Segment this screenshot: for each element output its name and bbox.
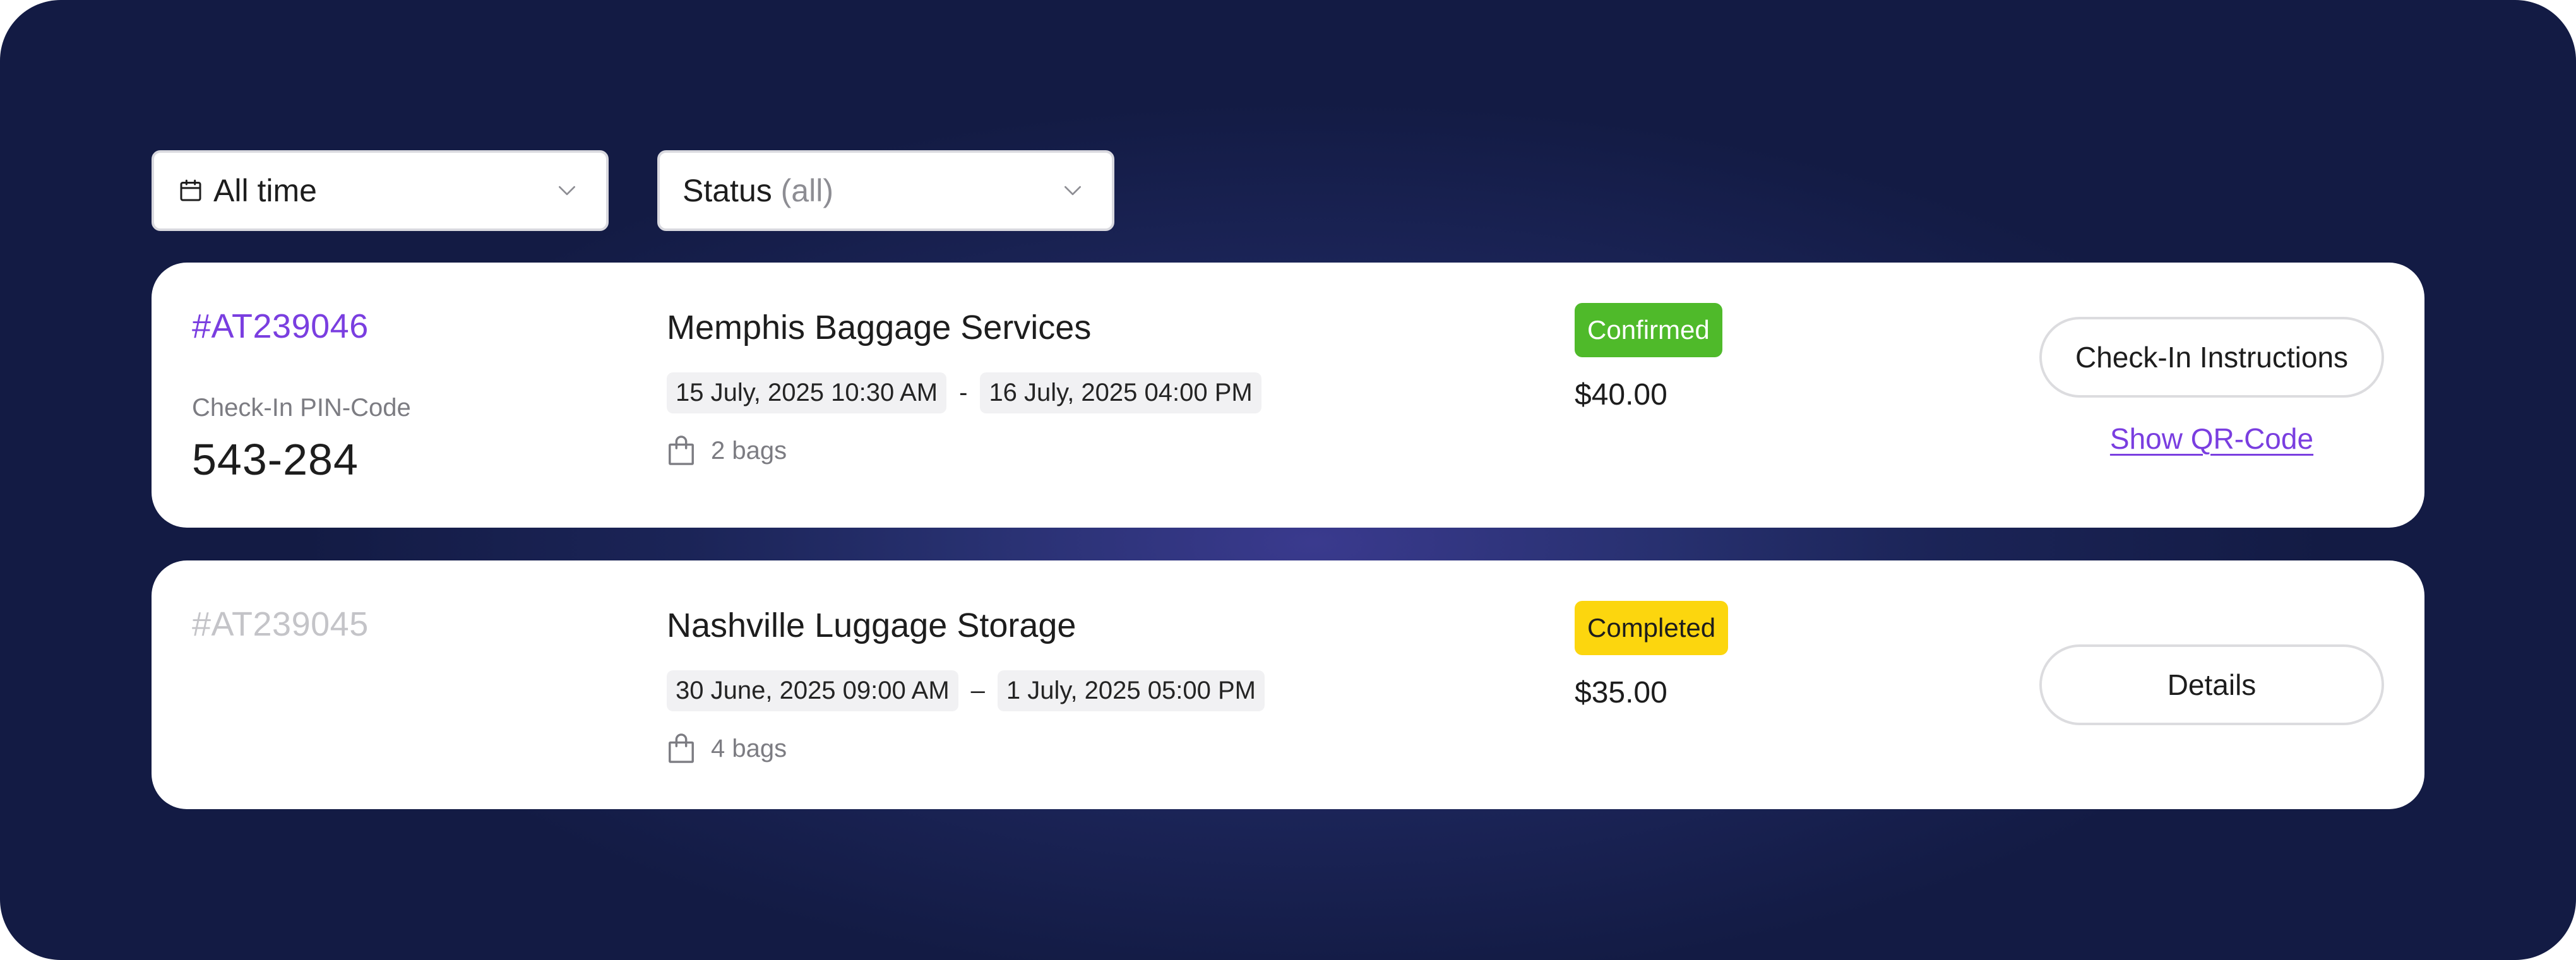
booking-price: $35.00	[1575, 676, 1667, 709]
venue-name: Memphis Baggage Services	[667, 309, 1092, 347]
status-filter-value: (all)	[780, 173, 833, 208]
status-filter-label: Status	[683, 173, 772, 208]
details-button[interactable]: Details	[2039, 644, 2384, 725]
booking-card: #AT239045 Nashville Luggage Storage 30 J…	[152, 560, 2424, 809]
shopping-bag-icon	[667, 732, 696, 765]
pin-code-value: 543-284	[192, 435, 359, 484]
date-filter-dropdown[interactable]: All time	[152, 150, 609, 231]
booking-dates: 30 June, 2025 09:00 AM – 1 July, 2025 05…	[667, 670, 1265, 711]
app-frame: All time Status (all) #AT239046 Check-In…	[0, 0, 2576, 960]
booking-card: #AT239046 Check-In PIN-Code 543-284 Memp…	[152, 263, 2424, 528]
venue-name: Nashville Luggage Storage	[667, 607, 1076, 644]
status-filter-dropdown[interactable]: Status (all)	[657, 150, 1114, 231]
end-date: 16 July, 2025 04:00 PM	[980, 372, 1261, 413]
bag-count: 4 bags	[667, 732, 787, 765]
date-filter-label: All time	[213, 173, 317, 208]
start-date: 15 July, 2025 10:30 AM	[667, 372, 947, 413]
chevron-down-icon	[553, 177, 581, 204]
bag-count: 2 bags	[667, 434, 787, 467]
booking-id: #AT239046	[192, 307, 369, 345]
pin-code-label: Check-In PIN-Code	[192, 394, 411, 422]
shopping-bag-icon	[667, 434, 696, 467]
booking-dates: 15 July, 2025 10:30 AM - 16 July, 2025 0…	[667, 372, 1261, 413]
check-in-instructions-button[interactable]: Check-In Instructions	[2039, 317, 2384, 398]
show-qr-code-link[interactable]: Show QR-Code	[2039, 422, 2384, 456]
start-date: 30 June, 2025 09:00 AM	[667, 670, 958, 711]
status-badge: Completed	[1575, 601, 1729, 655]
status-filter-text: Status (all)	[683, 172, 833, 209]
date-separator: -	[959, 379, 968, 406]
booking-price: $40.00	[1575, 378, 1667, 412]
end-date: 1 July, 2025 05:00 PM	[997, 670, 1265, 711]
status-badge: Confirmed	[1575, 303, 1722, 357]
bag-count-text: 4 bags	[711, 734, 787, 762]
date-separator: –	[970, 677, 985, 704]
chevron-down-icon	[1059, 177, 1087, 204]
booking-id: #AT239045	[192, 605, 369, 643]
bag-count-text: 2 bags	[711, 436, 787, 465]
calendar-icon	[177, 177, 205, 204]
